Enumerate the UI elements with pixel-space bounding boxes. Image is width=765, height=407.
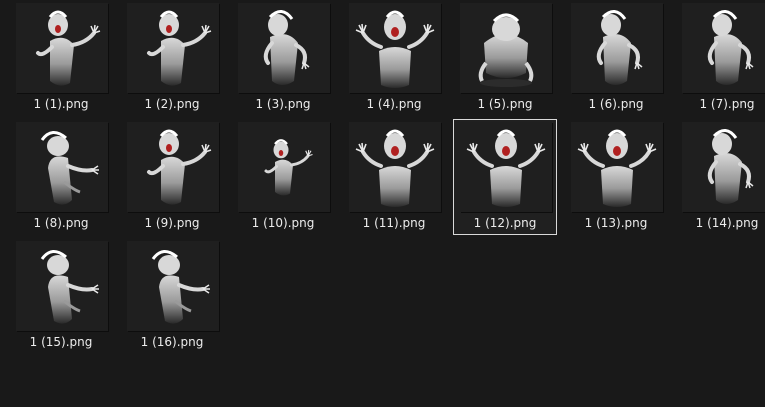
file-name-label: 1 (2).png <box>144 97 200 111</box>
creature-thumbnail-icon <box>355 10 435 88</box>
file-name-label: 1 (3).png <box>255 97 311 111</box>
file-name-label: 1 (14).png <box>695 216 759 230</box>
file-item[interactable]: 1 (9).png <box>120 119 224 235</box>
file-name-label: 1 (15).png <box>29 335 93 349</box>
file-name-label: 1 (9).png <box>144 216 200 230</box>
file-name-label: 1 (1).png <box>33 97 89 111</box>
file-name-label: 1 (6).png <box>588 97 644 111</box>
creature-thumbnail-icon <box>147 129 212 205</box>
file-item[interactable]: 1 (13).png <box>564 119 668 235</box>
creature-thumbnail-icon <box>263 10 310 85</box>
file-item[interactable]: 1 (3).png <box>231 0 335 116</box>
file-item[interactable]: 1 (10).png <box>231 119 335 235</box>
file-item[interactable]: 1 (14).png <box>675 119 765 235</box>
creature-thumbnail-icon <box>596 10 643 85</box>
creature-thumbnail-icon <box>40 131 99 205</box>
file-item[interactable]: 1 (16).png <box>120 238 224 354</box>
file-item[interactable]: 1 (12).png <box>453 119 557 235</box>
creature-thumbnail-icon <box>707 129 754 204</box>
file-grid: 1 (1).png 1 (2).png 1 (3).png 1 (4).png … <box>0 0 765 407</box>
file-name-label: 1 (7).png <box>699 97 755 111</box>
creature-thumbnail-icon <box>355 129 435 207</box>
creature-thumbnail-icon <box>478 13 534 87</box>
file-name-label: 1 (5).png <box>477 97 533 111</box>
file-item[interactable]: 1 (15).png <box>9 238 113 354</box>
file-item[interactable]: 1 (6).png <box>564 0 668 116</box>
creature-thumbnail-icon <box>264 139 313 196</box>
file-name-label: 1 (8).png <box>33 216 89 230</box>
file-name-label: 1 (11).png <box>362 216 426 230</box>
creature-thumbnail-icon <box>147 10 212 86</box>
file-item[interactable]: 1 (2).png <box>120 0 224 116</box>
creature-thumbnail-icon <box>36 10 101 86</box>
file-item[interactable]: 1 (5).png <box>453 0 557 116</box>
file-item[interactable]: 1 (1).png <box>9 0 113 116</box>
file-name-label: 1 (16).png <box>140 335 204 349</box>
creature-thumbnail-icon <box>151 250 210 324</box>
file-item[interactable]: 1 (4).png <box>342 0 446 116</box>
creature-thumbnail-icon <box>577 129 657 207</box>
file-name-label: 1 (13).png <box>584 216 648 230</box>
file-name-label: 1 (4).png <box>366 97 422 111</box>
file-item[interactable]: 1 (8).png <box>9 119 113 235</box>
file-item[interactable]: 1 (7).png <box>675 0 765 116</box>
creature-thumbnail-icon <box>707 10 754 85</box>
file-name-label: 1 (10).png <box>251 216 315 230</box>
file-item[interactable]: 1 (11).png <box>342 119 446 235</box>
creature-thumbnail-icon <box>40 250 99 324</box>
file-name-label: 1 (12).png <box>473 216 537 230</box>
creature-thumbnail-icon <box>466 129 546 207</box>
